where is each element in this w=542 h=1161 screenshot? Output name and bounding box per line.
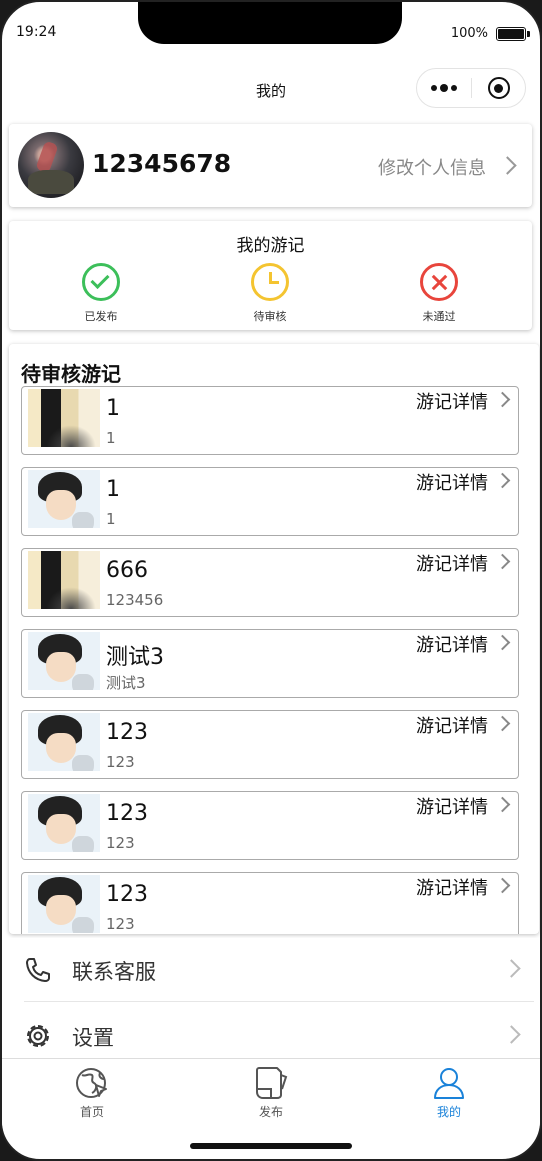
status-published[interactable]: 已发布 [61,263,141,324]
chevron-right-icon [494,877,511,894]
chevron-right-icon [502,1025,521,1044]
chevron-right-icon [494,391,511,408]
gear-icon [27,1025,49,1047]
journal-thumbnail [28,794,100,852]
journal-entry[interactable]: 123 123 游记详情 [21,872,519,934]
menu-contact-service[interactable]: 联系客服 [24,938,534,1000]
mini-program-capsule [416,68,526,108]
tab-home[interactable]: 首页 [47,1065,137,1120]
menu-list: 联系客服 设置 [2,938,540,1058]
journal-detail-link[interactable]: 游记详情 [416,631,488,657]
chevron-right-icon [494,472,511,489]
check-circle-icon [82,263,120,301]
divider [24,1001,534,1002]
phone-frame: 19:24 100% 我的 12345678 修改个人信息 我的游记 已发布 待… [0,0,542,1161]
journal-detail-link[interactable]: 游记详情 [416,388,488,414]
status-rejected[interactable]: 未通过 [399,263,479,324]
chevron-right-icon [494,715,511,732]
menu-settings[interactable]: 设置 [24,1004,534,1066]
username: 12345678 [92,149,232,178]
journal-thumbnail [28,470,100,528]
chevron-right-icon [498,156,517,175]
chevron-right-icon [494,634,511,651]
journal-entry[interactable]: 123 123 游记详情 [21,791,519,860]
journal-detail-link[interactable]: 游记详情 [416,712,488,738]
journal-entry[interactable]: 1 1 游记详情 [21,467,519,536]
status-time: 19:24 [16,24,57,40]
status-pending[interactable]: 待审核 [230,263,310,324]
journal-detail-link[interactable]: 游记详情 [416,793,488,819]
cross-circle-icon [420,263,458,301]
battery-percent: 100% [450,26,488,41]
chevron-right-icon [494,796,511,813]
journal-detail-link[interactable]: 游记详情 [416,469,488,495]
journal-entry[interactable]: 1 1 游记详情 [21,386,519,455]
journal-thumbnail [28,551,100,609]
journal-entry[interactable]: 123 123 游记详情 [21,710,519,779]
chevron-right-icon [502,959,521,978]
my-journals-title: 我的游记 [236,236,305,256]
target-icon[interactable] [472,77,525,99]
chevron-right-icon [494,553,511,570]
tab-publish[interactable]: 发布 [226,1065,316,1120]
journal-detail-link[interactable]: 游记详情 [416,874,488,900]
pending-journals-title: 待审核游记 [21,362,121,386]
nav-bar: 我的 [2,62,540,118]
edit-profile-link[interactable]: 修改个人信息 [378,154,486,180]
journal-entry[interactable]: 测试3 测试3 游记详情 [21,629,519,698]
more-dots-icon[interactable] [417,84,471,92]
clock-icon [251,263,289,301]
avatar[interactable] [18,132,84,198]
globe-icon [76,1068,107,1098]
profile-card[interactable]: 12345678 修改个人信息 [9,124,532,207]
journal-thumbnail [28,875,100,933]
journal-thumbnail [28,632,100,690]
journal-thumbnail [28,389,100,447]
phone-icon [26,958,50,982]
tab-mine[interactable]: 我的 [404,1065,494,1120]
journal-thumbnail [28,713,100,771]
journal-detail-link[interactable]: 游记详情 [416,550,488,576]
journal-entry[interactable]: 666 123456 游记详情 [21,548,519,617]
home-indicator [190,1143,352,1149]
my-journals-card: 我的游记 已发布 待审核 未通过 [9,221,532,330]
tab-bar: 首页 发布 我的 [2,1058,540,1128]
notch [138,2,402,44]
user-icon [434,1068,464,1099]
pending-journals-panel[interactable]: 待审核游记 1 1 游记详情 1 1 游记详情 666 123456 游记详情 … [9,344,539,934]
battery-icon [496,27,526,41]
publish-icon [256,1067,288,1099]
